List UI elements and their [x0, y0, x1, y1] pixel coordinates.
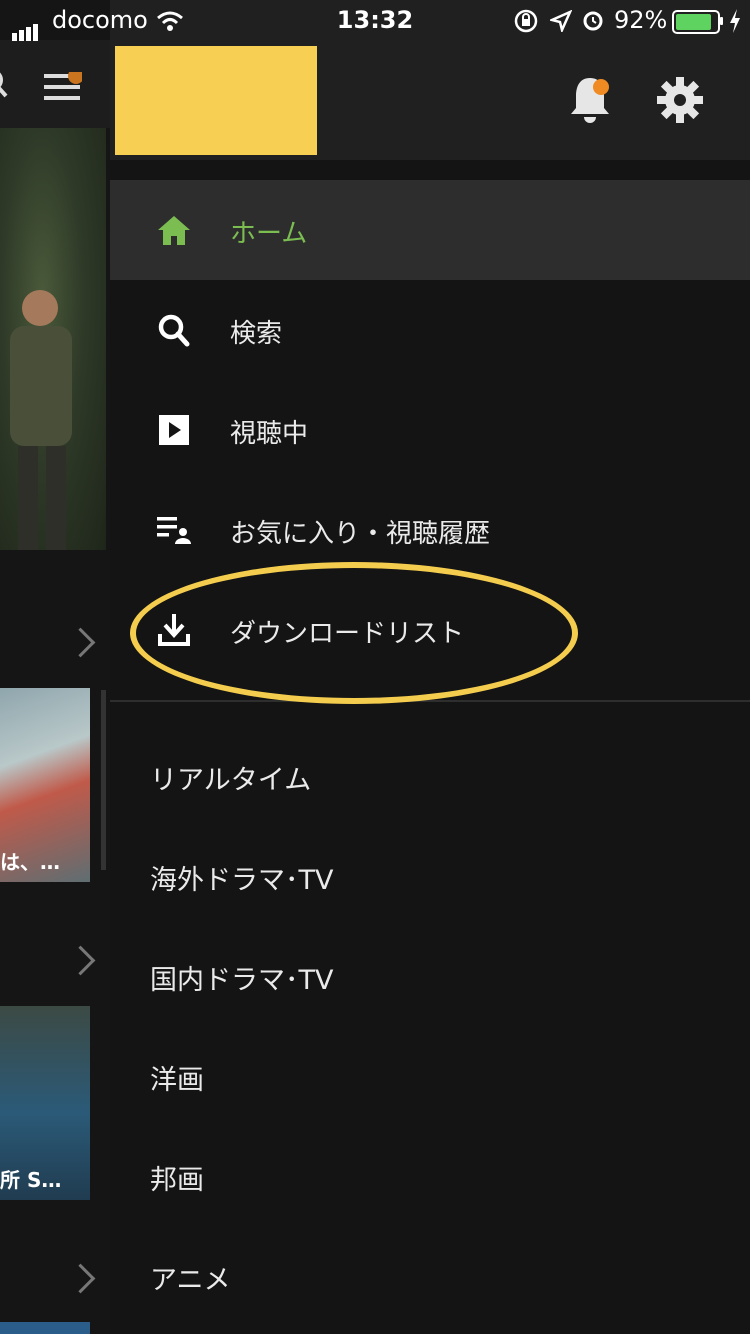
category-western-films[interactable]: 洋画	[110, 1022, 750, 1122]
category-label: 邦画	[150, 1165, 204, 1196]
alarm-icon	[583, 11, 603, 31]
menu-item-label: 検索	[230, 319, 283, 349]
menu-item-home[interactable]: ホーム	[110, 180, 750, 280]
category-realtime[interactable]: リアルタイム	[110, 722, 750, 822]
background-header	[0, 40, 110, 128]
category-label: 海外ドラマ･TV	[150, 865, 334, 896]
menu-item-label: ホーム	[230, 219, 308, 249]
play-icon	[159, 415, 189, 445]
charging-icon	[730, 9, 740, 33]
search-icon	[158, 314, 190, 347]
app-logo[interactable]	[115, 46, 317, 155]
battery-tip	[720, 17, 723, 25]
background-app: は、… 所 S…	[0, 0, 110, 1334]
category-japanese-films[interactable]: 邦画	[110, 1122, 750, 1222]
download-icon	[158, 614, 190, 646]
thumbnail-caption: は、…	[0, 850, 60, 874]
category-label: 洋画	[150, 1065, 204, 1096]
orientation-lock-icon	[514, 9, 538, 33]
category-anime[interactable]: アニメ	[110, 1222, 750, 1322]
category-label: アニメ	[150, 1265, 231, 1296]
menu-item-label: お気に入り・視聴履歴	[230, 519, 491, 549]
menu-item-label: 視聴中	[230, 419, 309, 449]
notification-badge	[593, 79, 609, 95]
menu-item-watching[interactable]: 視聴中	[110, 380, 750, 480]
featured-thumbnail[interactable]	[0, 128, 106, 550]
menu-item-label: ダウンロードリスト	[230, 619, 465, 649]
location-icon	[550, 10, 572, 32]
chevron-right-icon[interactable]	[65, 945, 96, 976]
battery-icon	[672, 10, 720, 34]
menu-item-search[interactable]: 検索	[110, 280, 750, 380]
battery-percent: 92%	[614, 6, 668, 34]
scrollbar	[101, 690, 106, 870]
home-icon	[158, 216, 190, 245]
menu-item-download-list[interactable]: ダウンロードリスト	[110, 580, 750, 680]
divider	[110, 700, 750, 702]
chevron-right-icon[interactable]	[65, 627, 96, 658]
chevron-right-icon[interactable]	[65, 1263, 96, 1294]
favorites-list-icon	[157, 517, 191, 544]
category-label: 国内ドラマ･TV	[150, 965, 334, 996]
status-bar: docomo 13:32 92%	[0, 0, 750, 41]
thumbnail-caption: 所 S…	[0, 1168, 62, 1192]
navigation-drawer: ホーム 検索 視聴中 お気に入り・視聴履歴 ダウンロードリスト リアルタイム 海…	[110, 0, 750, 1334]
thumbnail[interactable]	[0, 1322, 90, 1334]
category-overseas-drama[interactable]: 海外ドラマ･TV	[110, 822, 750, 922]
category-domestic-drama[interactable]: 国内ドラマ･TV	[110, 922, 750, 1022]
category-label: リアルタイム	[150, 765, 312, 796]
person-figure	[10, 290, 72, 550]
gear-icon[interactable]	[656, 76, 704, 124]
search-icon	[0, 72, 8, 98]
menu-item-favorites-history[interactable]: お気に入り・視聴履歴	[110, 480, 750, 580]
menu-icon[interactable]	[44, 72, 82, 102]
